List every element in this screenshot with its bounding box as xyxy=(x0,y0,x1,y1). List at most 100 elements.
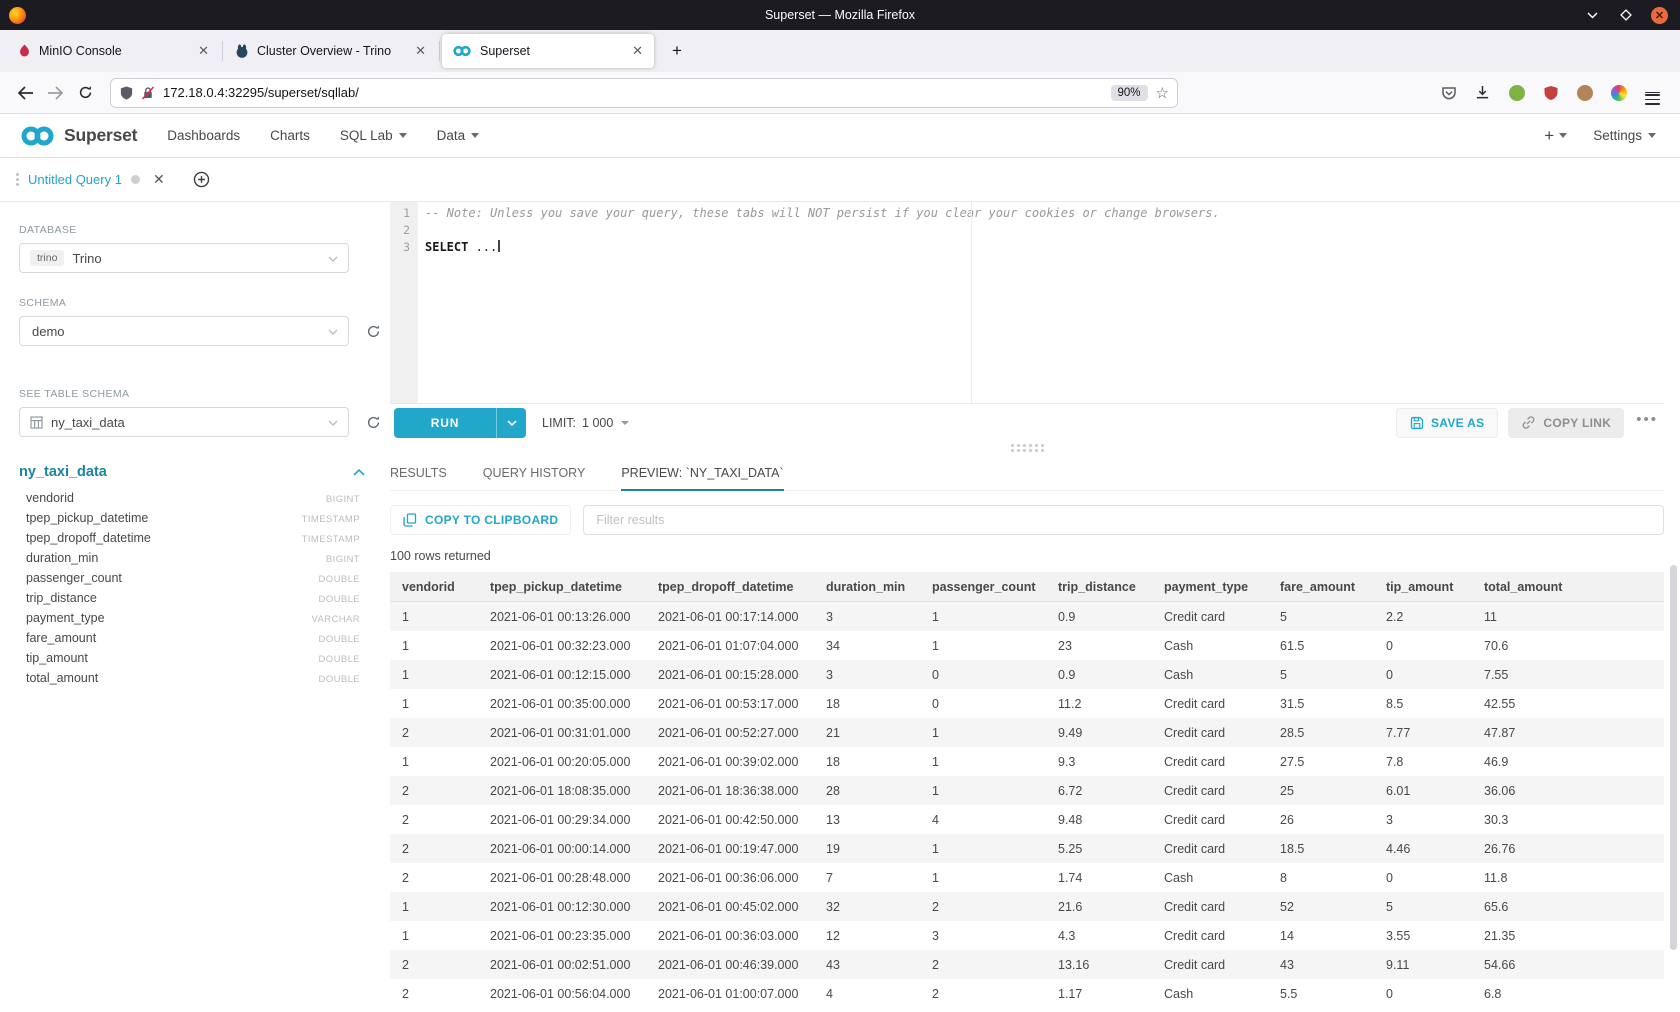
close-tab-icon[interactable]: ✕ xyxy=(412,43,429,59)
zoom-indicator[interactable]: 90% xyxy=(1111,85,1148,101)
menu-hamburger-icon[interactable] xyxy=(1639,79,1666,106)
table-row[interactable]: 12021-06-01 00:12:30.0002021-06-01 00:45… xyxy=(390,892,1664,921)
table-row[interactable]: 12021-06-01 00:13:26.0002021-06-01 00:17… xyxy=(390,602,1664,631)
column-header-payment_type[interactable]: payment_type xyxy=(1152,572,1268,601)
table-row[interactable]: 22021-06-01 00:28:48.0002021-06-01 00:36… xyxy=(390,863,1664,892)
more-options-button[interactable]: ••• xyxy=(1634,411,1664,434)
forward-button[interactable] xyxy=(40,78,70,108)
column-header-trip_distance[interactable]: trip_distance xyxy=(1046,572,1152,601)
url-bar[interactable]: 172.18.0.4:32295/superset/sqllab/ 90% ☆ xyxy=(110,78,1178,108)
cell: Credit card xyxy=(1152,892,1268,921)
extension-icon-green[interactable] xyxy=(1503,79,1530,106)
save-as-button[interactable]: SAVE AS xyxy=(1396,408,1498,438)
cell: 0 xyxy=(1374,660,1472,689)
query-tab-active[interactable]: Untitled Query 1 ✕ xyxy=(16,171,165,188)
add-new-menu[interactable]: + xyxy=(1544,126,1567,146)
brand-name: Superset xyxy=(64,125,137,146)
table-select[interactable]: ny_taxi_data xyxy=(19,407,349,437)
nav-data[interactable]: Data xyxy=(437,128,480,143)
browser-tab-superset[interactable]: Superset ✕ xyxy=(442,34,654,68)
table-row[interactable]: 12021-06-01 00:12:15.0002021-06-01 00:15… xyxy=(390,660,1664,689)
close-query-tab-icon[interactable]: ✕ xyxy=(153,171,165,188)
close-tab-icon[interactable]: ✕ xyxy=(629,43,646,59)
close-window-icon[interactable]: ✕ xyxy=(1651,7,1668,24)
column-header-tpep_dropoff_datetime[interactable]: tpep_dropoff_datetime xyxy=(646,572,814,601)
query-tab-label: Untitled Query 1 xyxy=(28,172,122,187)
table-grid-icon xyxy=(30,416,43,429)
table-row[interactable]: 22021-06-01 00:56:04.0002021-06-01 01:00… xyxy=(390,979,1664,1008)
table-row[interactable]: 22021-06-01 18:08:35.0002021-06-01 18:36… xyxy=(390,776,1664,805)
column-header-total_amount[interactable]: total_amount xyxy=(1472,572,1664,601)
copy-link-button[interactable]: COPY LINK xyxy=(1508,408,1624,438)
table-row[interactable]: 12021-06-01 00:23:35.0002021-06-01 00:36… xyxy=(390,921,1664,950)
table-row[interactable]: 12021-06-01 00:32:23.0002021-06-01 01:07… xyxy=(390,631,1664,660)
nav-charts[interactable]: Charts xyxy=(270,128,310,143)
minimize-icon[interactable] xyxy=(1583,6,1601,24)
pocket-icon[interactable] xyxy=(1435,79,1462,106)
cell: 2021-06-01 00:35:00.000 xyxy=(478,689,646,718)
column-header-fare_amount[interactable]: fare_amount xyxy=(1268,572,1374,601)
query-tab-bar: Untitled Query 1 ✕ xyxy=(0,158,1680,202)
column-header-passenger_count[interactable]: passenger_count xyxy=(920,572,1046,601)
privacy-badger-icon[interactable] xyxy=(1571,79,1598,106)
vertical-scrollbar[interactable] xyxy=(1670,565,1677,950)
copy-to-clipboard-button[interactable]: COPY TO CLIPBOARD xyxy=(390,505,571,535)
table-row[interactable]: 22021-06-01 00:29:34.0002021-06-01 00:42… xyxy=(390,805,1664,834)
back-button[interactable] xyxy=(10,78,40,108)
extension-pinwheel-icon[interactable] xyxy=(1605,79,1632,106)
close-tab-icon[interactable]: ✕ xyxy=(195,43,212,59)
cell: 5 xyxy=(1268,602,1374,631)
nav-sql-lab[interactable]: SQL Lab xyxy=(340,128,407,143)
text-cursor xyxy=(498,240,500,252)
table-row[interactable]: 22021-06-01 00:02:51.0002021-06-01 00:46… xyxy=(390,950,1664,979)
pane-splitter[interactable] xyxy=(390,441,1664,455)
run-label[interactable]: RUN xyxy=(394,408,496,438)
cell: 2.2 xyxy=(1374,602,1472,631)
firefox-window: Superset — Mozilla Firefox ✕ MinIO Conso… xyxy=(0,0,1680,1012)
tab-results[interactable]: RESULTS xyxy=(390,466,447,490)
maximize-icon[interactable] xyxy=(1617,6,1635,24)
run-query-button[interactable]: RUN xyxy=(394,408,526,438)
url-text[interactable]: 172.18.0.4:32295/superset/sqllab/ xyxy=(163,85,1111,100)
refresh-schemas-icon[interactable] xyxy=(361,319,385,343)
table-schema-title[interactable]: ny_taxi_data xyxy=(19,464,107,480)
cell: 65.6 xyxy=(1472,892,1664,921)
new-tab-button[interactable]: + xyxy=(664,39,690,63)
shield-icon[interactable] xyxy=(119,85,134,101)
filter-results-input[interactable] xyxy=(583,505,1664,535)
settings-menu[interactable]: Settings xyxy=(1593,128,1656,143)
reload-button[interactable] xyxy=(70,78,100,108)
table-row[interactable]: 12021-06-01 00:20:05.0002021-06-01 00:39… xyxy=(390,747,1664,776)
tab-preview[interactable]: PREVIEW: `NY_TAXI_DATA` xyxy=(621,466,783,490)
bookmark-star-icon[interactable]: ☆ xyxy=(1156,84,1169,102)
cell: 1 xyxy=(390,689,478,718)
downloads-icon[interactable] xyxy=(1469,79,1496,106)
ublock-origin-icon[interactable] xyxy=(1537,79,1564,106)
browser-tab-minio[interactable]: MinIO Console ✕ xyxy=(8,34,220,68)
schema-select[interactable]: demo xyxy=(19,316,349,346)
sql-editor[interactable]: 1 2 3 -- Note: Unless you save your quer… xyxy=(390,202,1664,403)
limit-dropdown[interactable]: LIMIT: 1 000 xyxy=(542,416,629,430)
table-row[interactable]: 22021-06-01 00:00:14.0002021-06-01 00:19… xyxy=(390,834,1664,863)
column-header-vendorid[interactable]: vendorid xyxy=(390,572,478,601)
database-value: Trino xyxy=(72,251,101,266)
insecure-lock-icon[interactable] xyxy=(141,86,155,100)
refresh-tables-icon[interactable] xyxy=(361,410,385,434)
table-row[interactable]: 12021-06-01 00:35:00.0002021-06-01 00:53… xyxy=(390,689,1664,718)
cell: 54.66 xyxy=(1472,950,1664,979)
column-header-tip_amount[interactable]: tip_amount xyxy=(1374,572,1472,601)
run-options-caret[interactable] xyxy=(496,408,526,438)
nav-dashboards[interactable]: Dashboards xyxy=(167,128,240,143)
browser-tab-trino[interactable]: Cluster Overview - Trino ✕ xyxy=(225,34,437,68)
column-header-tpep_pickup_datetime[interactable]: tpep_pickup_datetime xyxy=(478,572,646,601)
drag-handle-icon[interactable] xyxy=(16,171,19,188)
superset-logo[interactable]: Superset xyxy=(18,124,137,148)
editor-code-area[interactable]: -- Note: Unless you save your query, the… xyxy=(418,202,1664,403)
cell: 21.35 xyxy=(1472,921,1664,950)
new-query-tab-button[interactable] xyxy=(193,171,210,188)
column-header-duration_min[interactable]: duration_min xyxy=(814,572,920,601)
database-select[interactable]: trino Trino xyxy=(19,243,349,273)
table-row[interactable]: 22021-06-01 00:31:01.0002021-06-01 00:52… xyxy=(390,718,1664,747)
tab-query-history[interactable]: QUERY HISTORY xyxy=(483,466,586,490)
collapse-table-icon[interactable] xyxy=(353,463,365,481)
